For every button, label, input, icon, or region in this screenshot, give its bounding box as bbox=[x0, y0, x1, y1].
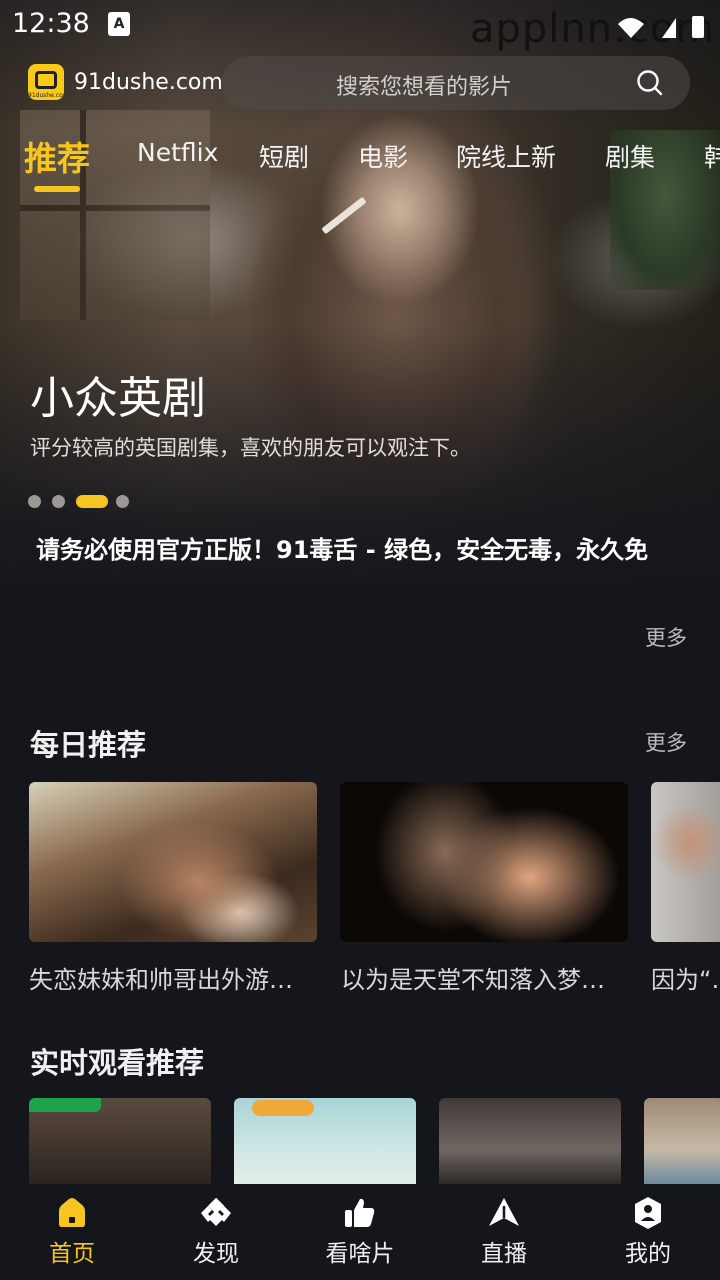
platform-badge bbox=[252, 1100, 314, 1116]
platform-badge bbox=[29, 1098, 101, 1112]
marquee-notice: 请务必使用官方正版！91毒舌 - 绿色，安全无毒，永久免 bbox=[36, 536, 649, 564]
nav-live[interactable]: 直播 bbox=[432, 1184, 576, 1280]
nav-profile-label: 我的 bbox=[625, 1241, 671, 1267]
logo-label: 91dushe.com bbox=[28, 92, 64, 99]
realtime-thumbnail[interactable] bbox=[439, 1098, 621, 1184]
daily-card-thumbnail[interactable] bbox=[651, 782, 720, 942]
tab-movie[interactable]: 电影 bbox=[358, 138, 408, 174]
daily-card-thumbnail[interactable] bbox=[340, 782, 628, 942]
nav-what-to-watch-label: 看啥片 bbox=[325, 1241, 395, 1267]
tab-short-drama[interactable]: 短剧 bbox=[259, 138, 309, 174]
system-status-icons bbox=[618, 16, 704, 38]
notification-a-icon: A bbox=[108, 12, 130, 36]
logo-eye-icon bbox=[35, 71, 57, 89]
app-logo[interactable]: 91dushe.com bbox=[28, 64, 64, 100]
tab-korean[interactable]: 韩 bbox=[704, 138, 720, 174]
search-bar[interactable]: 搜索您想看的影片 bbox=[222, 56, 690, 110]
banner-dot-active[interactable] bbox=[76, 495, 108, 508]
nav-profile[interactable]: 我的 bbox=[576, 1184, 720, 1280]
nav-discover-label: 发现 bbox=[193, 1241, 239, 1267]
nav-discover[interactable]: 发现 bbox=[144, 1184, 288, 1280]
thumbs-up-icon bbox=[345, 1198, 375, 1227]
active-tab-indicator bbox=[34, 186, 80, 192]
daily-card-thumbnail[interactable] bbox=[29, 782, 317, 942]
daily-section-title: 每日推荐 bbox=[30, 728, 147, 762]
nav-live-label: 直播 bbox=[481, 1241, 527, 1267]
banner-description: 评分较高的英国剧集，喜欢的朋友可以观注下。 bbox=[30, 436, 471, 460]
tab-recommend[interactable]: 推荐 bbox=[24, 132, 90, 180]
site-name: 91dushe.com bbox=[74, 70, 223, 95]
tab-netflix[interactable]: Netflix bbox=[137, 138, 218, 167]
banner-dot[interactable] bbox=[52, 495, 65, 508]
daily-more-link[interactable]: 更多 bbox=[645, 727, 687, 757]
discover-icon bbox=[201, 1197, 231, 1226]
status-bar: 12:38 A applnn.com bbox=[0, 0, 720, 52]
nav-home-label: 首页 bbox=[49, 1241, 95, 1267]
category-tabs: 推荐 Netflix 短剧 电影 院线上新 剧集 韩 bbox=[0, 130, 720, 200]
daily-card-caption[interactable]: 失恋妹妹和帅哥出外游… bbox=[29, 960, 319, 995]
daily-card-caption[interactable]: 因为“… bbox=[651, 960, 720, 995]
banner-title: 小众英剧 bbox=[30, 373, 206, 424]
realtime-thumbnail[interactable] bbox=[234, 1098, 416, 1184]
nav-home[interactable]: 首页 bbox=[0, 1184, 144, 1280]
nav-what-to-watch[interactable]: 看啥片 bbox=[288, 1184, 432, 1280]
home-icon bbox=[59, 1198, 85, 1227]
search-placeholder: 搜索您想看的影片 bbox=[336, 75, 513, 100]
more-link[interactable]: 更多 bbox=[645, 622, 687, 652]
search-icon[interactable] bbox=[636, 69, 664, 97]
tab-series[interactable]: 剧集 bbox=[605, 138, 655, 174]
realtime-section-title: 实时观看推荐 bbox=[30, 1046, 205, 1080]
tab-new-in-theaters[interactable]: 院线上新 bbox=[456, 138, 556, 174]
banner-dot[interactable] bbox=[28, 495, 41, 508]
banner-dot[interactable] bbox=[116, 495, 129, 508]
bottom-navigation: 首页 发现 看啥片 直播 我的 bbox=[0, 1184, 720, 1280]
realtime-thumbnail[interactable] bbox=[29, 1098, 211, 1184]
live-icon bbox=[489, 1198, 519, 1226]
profile-icon bbox=[635, 1197, 661, 1229]
realtime-thumbnail[interactable] bbox=[644, 1098, 720, 1184]
status-time: 12:38 bbox=[12, 8, 90, 39]
daily-card-caption[interactable]: 以为是天堂不知落入梦… bbox=[341, 960, 631, 995]
